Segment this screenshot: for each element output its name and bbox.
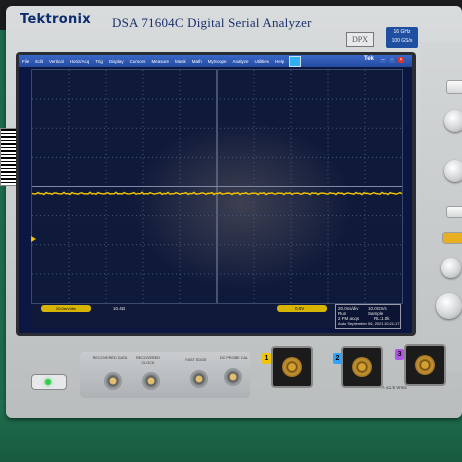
vertical-scale-knob[interactable]: [436, 293, 462, 319]
menu-bar: File Edit Vertical Horiz/Acq Trig Displa…: [19, 55, 412, 67]
trigger-level: 0.0V: [295, 306, 305, 311]
close-icon[interactable]: ×: [398, 57, 404, 63]
ch1-button[interactable]: [442, 232, 462, 244]
restore-icon[interactable]: ▫: [389, 57, 395, 63]
ch1-number-badge: 1: [262, 353, 271, 364]
spec-sample-rate: 100 GS/s: [391, 38, 413, 44]
brand-logo: Tektronix: [20, 12, 91, 27]
menu-edit[interactable]: Edit: [32, 59, 46, 64]
menu-measure[interactable]: Measure: [148, 59, 172, 64]
ch1-input-connector[interactable]: [271, 346, 313, 388]
fast-edge-label: FAST EDGE: [185, 358, 207, 362]
menu-cursors[interactable]: Cursors: [127, 59, 149, 64]
menu-mask[interactable]: Mask: [172, 59, 189, 64]
time-readout: 10:21:17: [384, 321, 400, 326]
power-led: [45, 379, 51, 385]
ch3-number-badge: 3: [395, 349, 404, 360]
menu-display[interactable]: Display: [106, 59, 127, 64]
menu-myscope[interactable]: MyScope: [205, 59, 230, 64]
spec-bandwidth: 16 GHz: [393, 29, 411, 35]
input-warning-text: ≤1.5 Vrms: [386, 385, 407, 390]
vertical-position-knob[interactable]: [441, 258, 461, 278]
front-panel-button[interactable]: [446, 80, 462, 94]
ch3-input-connector[interactable]: [404, 344, 446, 386]
recovered-data-connector[interactable]: [104, 372, 122, 390]
ch3-bnc-icon: [415, 355, 435, 375]
menu-horiz-acq[interactable]: Horiz/Acq: [67, 59, 93, 64]
display-screen: File Edit Vertical Horiz/Acq Trig Displa…: [19, 55, 412, 333]
menu-vertical[interactable]: Vertical: [46, 59, 67, 64]
power-button[interactable]: [31, 374, 67, 390]
dpx-badge: DPX: [346, 32, 374, 47]
ch1-bnc-icon: [282, 357, 302, 377]
recovered-clock-connector[interactable]: [142, 372, 160, 390]
ch1-readout[interactable]: 20.0mV/div: [41, 305, 91, 312]
ch2-input-connector[interactable]: [341, 346, 383, 388]
menu-utilities[interactable]: Utilities: [252, 59, 273, 64]
ch1-offset-readout: 10.4Ω: [113, 306, 126, 311]
input-warning: ⚠ ≤1.5 Vrms: [381, 385, 407, 390]
acquisition-readout[interactable]: 20.0ns/div 10.0GS/s Run Sample 2 FM acqs…: [335, 304, 401, 329]
dc-probe-cal-label: DC PROBE CAL: [219, 356, 249, 360]
date-readout: Auto September 06, 2021: [338, 321, 384, 326]
recovered-data-label: RECOVERED DATA: [92, 356, 128, 360]
fast-edge-connector[interactable]: [190, 370, 208, 388]
tek-label: Tek: [364, 56, 374, 62]
graticule-grid: [32, 70, 402, 303]
menu-help[interactable]: Help: [272, 59, 287, 64]
menu-trig[interactable]: Trig: [92, 59, 106, 64]
minimize-icon[interactable]: –: [380, 57, 386, 63]
ch1-level-marker[interactable]: [31, 236, 36, 242]
ch2-bnc-icon: [352, 357, 372, 377]
waveform-graticule: [31, 69, 403, 304]
trigger-readout[interactable]: 0.0V: [277, 305, 327, 312]
spec-badge: 16 GHz 100 GS/s: [386, 27, 418, 48]
multipurpose-knob-b[interactable]: [444, 160, 462, 182]
menu-math[interactable]: Math: [189, 59, 205, 64]
menu-analyze[interactable]: Analyze: [230, 59, 252, 64]
front-panel-button-2[interactable]: [446, 206, 462, 218]
toolbar-icon[interactable]: [289, 56, 301, 67]
recovered-clock-label: RECOVERED CLOCK: [135, 356, 161, 365]
model-title: DSA 71604C Digital Serial Analyzer: [112, 15, 312, 30]
menu-file[interactable]: File: [19, 59, 32, 64]
status-bar: 20.0mV/div 10.4Ω 0.0V 20.0ns/div 10.0GS/…: [31, 304, 401, 329]
dc-probe-cal-connector[interactable]: [224, 368, 242, 386]
multipurpose-knob-a[interactable]: [444, 110, 462, 132]
